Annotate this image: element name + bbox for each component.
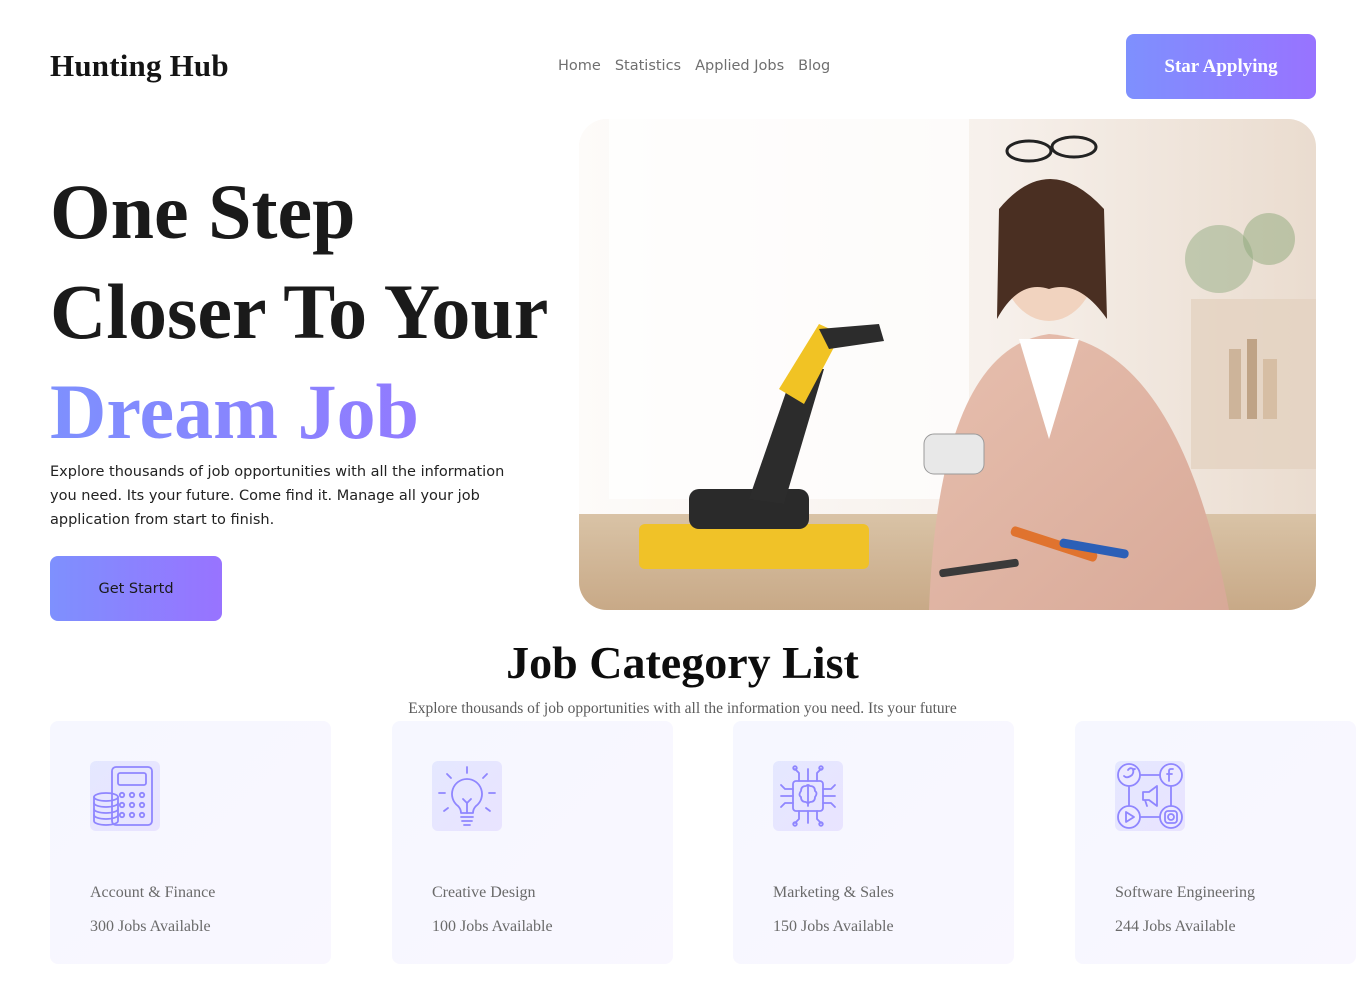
site-logo[interactable]: Hunting Hub <box>50 48 229 84</box>
category-name: Creative Design <box>432 884 536 901</box>
category-count: 244 Jobs Available <box>1115 918 1236 935</box>
category-card-account-finance[interactable]: Account & Finance 300 Jobs Available <box>50 721 331 964</box>
hero-image <box>579 119 1316 610</box>
category-name: Marketing & Sales <box>773 884 894 901</box>
category-count: 100 Jobs Available <box>432 918 553 935</box>
category-count: 300 Jobs Available <box>90 918 211 935</box>
category-name: Software Engineering <box>1115 884 1255 901</box>
hero-title-line-1: One Step <box>50 168 356 255</box>
get-started-button[interactable]: Get Startd <box>50 556 222 621</box>
lightbulb-icon <box>432 761 502 831</box>
nav-applied-jobs[interactable]: Applied Jobs <box>695 58 784 74</box>
hero-description: Explore thousands of job opportunities w… <box>50 464 505 528</box>
category-count: 150 Jobs Available <box>773 918 894 935</box>
main-nav: Home Statistics Applied Jobs Blog <box>558 58 830 74</box>
nav-home[interactable]: Home <box>558 58 601 74</box>
star-applying-button[interactable]: Star Applying <box>1126 34 1316 99</box>
category-card-marketing-sales[interactable]: Marketing & Sales 150 Jobs Available <box>733 721 1014 964</box>
hero-title-accent: Dream Job <box>50 362 548 462</box>
hero-title-line-2: Closer To Your <box>50 268 549 355</box>
category-card-creative-design[interactable]: Creative Design 100 Jobs Available <box>392 721 673 964</box>
social-media-icon <box>1115 761 1185 831</box>
chip-brain-icon <box>773 761 843 831</box>
category-card-software-engineering[interactable]: Software Engineering 244 Jobs Available <box>1075 721 1356 964</box>
calculator-coins-icon <box>90 761 160 831</box>
category-name: Account & Finance <box>90 884 216 901</box>
nav-statistics[interactable]: Statistics <box>615 58 681 74</box>
nav-blog[interactable]: Blog <box>798 58 830 74</box>
category-section-title: Job Category List <box>506 637 859 688</box>
category-section-subtitle: Explore thousands of job opportunities w… <box>408 700 957 717</box>
hero-title: One Step Closer To Your Dream Job <box>50 162 548 462</box>
